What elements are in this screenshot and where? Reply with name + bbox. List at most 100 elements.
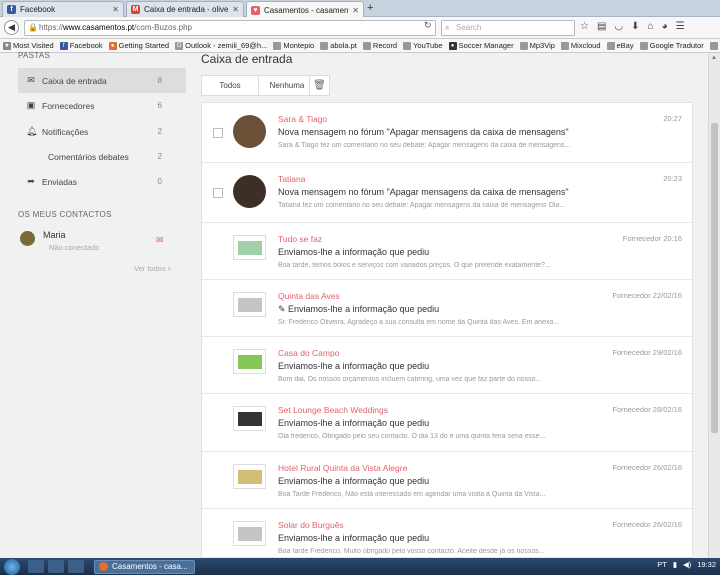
message-preview: Bom dia, Os nossos orçamentos incluem ca…: [278, 376, 542, 383]
see-all-label: Ver todos: [134, 264, 166, 273]
bookmark-label: Facebook: [69, 41, 103, 50]
bookmark-icon: [320, 41, 329, 50]
sender-name: Tatiana: [278, 174, 306, 184]
bookmark-icon: [606, 41, 615, 50]
bookmark-item[interactable]: abola.pt: [320, 41, 357, 50]
bookmark-icon: [560, 41, 569, 50]
sidebar-item-debate-comments[interactable]: Comentários debates 2: [18, 144, 186, 169]
message-time: Fornecedor 26/02/16: [612, 520, 682, 529]
bookmark-item[interactable]: Record: [362, 41, 397, 50]
select-checkbox[interactable]: [213, 128, 223, 138]
message-subject: Enviamos-lhe a informação que pediu: [278, 476, 430, 486]
select-checkbox[interactable]: [213, 188, 223, 198]
sidebar-item-suppliers[interactable]: ▣ Fornecedores 6: [18, 93, 186, 118]
bookmark-icon: ★: [3, 41, 11, 50]
bookmark-item[interactable]: O Outlook - zemili_69@h...: [175, 41, 267, 50]
contact-item[interactable]: Maria Não conectado ✉: [18, 228, 178, 256]
tab-facebook[interactable]: f Facebook ✕: [2, 1, 124, 17]
menu-icon[interactable]: ☰: [676, 21, 685, 32]
message-time: Fornecedor 20:16: [622, 234, 682, 243]
home-icon[interactable]: ⌂: [648, 21, 654, 32]
bookmark-item[interactable]: eBay: [606, 41, 634, 50]
search-icon: ⌕: [445, 23, 450, 32]
message-time: 20:27: [663, 114, 682, 123]
message-row[interactable]: Hotel Rural Quinta da Vista Alegre Enviam…: [202, 452, 692, 509]
briefcase-icon: ▣: [26, 100, 36, 110]
back-button[interactable]: ◀: [4, 20, 19, 35]
supplier-logo: [233, 292, 266, 317]
download-icon[interactable]: ⬇: [631, 21, 639, 32]
scroll-up-icon[interactable]: ▲: [711, 55, 717, 61]
close-icon[interactable]: ✕: [232, 5, 239, 14]
explorer-icon[interactable]: [28, 560, 44, 573]
message-preview: Boa tarde, temos bolos e serviços com va…: [278, 262, 551, 269]
bookmark-item[interactable]: LivingElectro: [709, 41, 720, 50]
close-icon[interactable]: ✕: [112, 5, 119, 14]
message-preview: Sara & Tiago fez um comentário no seu de…: [278, 142, 571, 149]
tab-casamentos[interactable]: ♥ Casamentos - casamentos.... ✕: [246, 1, 364, 18]
mail-icon[interactable]: ✉: [156, 235, 164, 246]
new-tab-button[interactable]: +: [367, 2, 373, 14]
star-icon[interactable]: ☆: [580, 21, 589, 32]
bell-icon: 🔔︎: [26, 126, 38, 136]
language-indicator[interactable]: PT: [657, 560, 667, 569]
sidebar-item-notifications[interactable]: 🔔︎ Notificações 2: [18, 119, 186, 144]
supplier-logo: [233, 464, 266, 489]
filter-all-button[interactable]: Todos: [202, 76, 258, 95]
pocket-icon[interactable]: ◡: [614, 21, 623, 32]
bookmark-icon: ●: [448, 41, 457, 50]
facebook-icon: f: [7, 5, 16, 14]
address-bar[interactable]: 🔒 https://www.casamentos.pt/com-Buzos.ph…: [24, 20, 436, 36]
see-all-link[interactable]: Ver todos ›: [134, 263, 171, 273]
bookmark-item[interactable]: Montepio: [273, 41, 314, 50]
reload-icon[interactable]: ↻: [424, 20, 432, 31]
sidebar-item-sent[interactable]: ➦ Enviadas 0: [18, 169, 186, 194]
folder-icon[interactable]: [68, 560, 84, 573]
bookmark-item[interactable]: Google Tradutor: [639, 41, 704, 50]
bookmark-item[interactable]: ● Getting Started: [108, 41, 169, 50]
sender-name: Set Lounge Beach Weddings: [278, 405, 388, 415]
vertical-scrollbar[interactable]: ▲: [708, 53, 720, 558]
avatar: [20, 231, 35, 246]
message-row[interactable]: Quinta das Aves ✎ Enviamos-lhe a informaç…: [202, 280, 692, 337]
scrollbar-thumb[interactable]: [711, 123, 718, 433]
start-button[interactable]: [4, 558, 20, 575]
close-icon[interactable]: ✕: [352, 6, 359, 15]
tab-gmail[interactable]: M Caixa de entrada - oliveira.f... ✕: [126, 1, 244, 17]
bookmark-item[interactable]: ★ Most Visited: [3, 41, 54, 50]
bookmark-item[interactable]: Mp3Vip: [519, 41, 555, 50]
message-row[interactable]: Sara & Tiago Nova mensagem no fórum "Apag…: [202, 103, 692, 163]
message-time: Fornecedor 29/02/16: [612, 348, 682, 357]
filter-none-button[interactable]: Nenhuma: [258, 76, 315, 95]
taskbar-task-browser[interactable]: Casamentos - casa...: [94, 559, 195, 574]
bookmark-item[interactable]: Mixcloud: [560, 41, 601, 50]
message-row[interactable]: Tatiana Nova mensagem no fórum "Apagar me…: [202, 163, 692, 223]
network-icon[interactable]: ▮: [673, 560, 677, 569]
chevron-right-icon: ›: [167, 263, 171, 273]
message-row[interactable]: Solar do Burguês Enviamos-lhe a informaçã…: [202, 509, 692, 557]
sidebar-item-label: Fornecedores: [42, 100, 95, 111]
bookmark-item[interactable]: f Facebook: [59, 41, 103, 50]
url-prefix: https://: [39, 23, 64, 32]
search-input[interactable]: ⌕ Search: [441, 20, 575, 36]
volume-icon[interactable]: ◀): [683, 560, 691, 569]
bookmark-icon: f: [59, 41, 68, 50]
bookmark-item[interactable]: ● Soccer Manager: [448, 41, 514, 50]
sidebar-item-inbox[interactable]: ✉ Caixa de entrada 8: [18, 68, 186, 93]
clock[interactable]: 19:32: [697, 560, 716, 569]
clipboard-icon[interactable]: ▤: [597, 21, 606, 32]
supplier-logo: [233, 349, 266, 374]
message-row[interactable]: Set Lounge Beach Weddings Enviamos-lhe a …: [202, 394, 692, 452]
navigation-bar: ◀ 🔒 https://www.casamentos.pt/com-Buzos.…: [0, 17, 720, 39]
media-player-icon[interactable]: [48, 560, 64, 573]
bookmark-label: Google Tradutor: [649, 41, 704, 50]
message-subject: Nova mensagem no fórum "Apagar mensagens…: [278, 187, 569, 197]
bookmark-item[interactable]: YouTube: [403, 41, 443, 50]
avatar: [233, 115, 266, 148]
trash-icon[interactable]: 🗑︎: [309, 75, 330, 96]
message-preview: Tatiana fez um comentário no seu debate:…: [278, 202, 566, 209]
chat-icon[interactable]: ◕: [662, 21, 668, 32]
message-row[interactable]: Tudo se faz Enviamos-lhe a informação que…: [202, 223, 692, 280]
contact-status: Não conectado: [49, 243, 100, 252]
message-row[interactable]: Casa do Campo Enviamos-lhe a informação q…: [202, 337, 692, 394]
